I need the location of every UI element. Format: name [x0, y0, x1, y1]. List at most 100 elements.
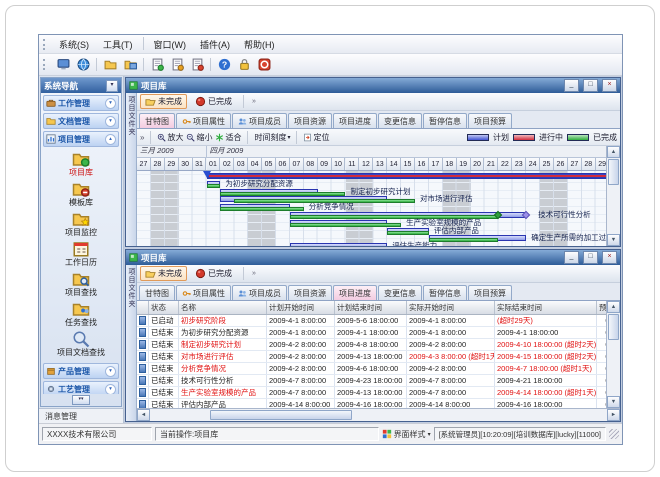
tab-项目成员[interactable]: 项目成员 [232, 113, 287, 128]
globe-button[interactable] [73, 56, 93, 73]
stop-button[interactable] [254, 56, 274, 73]
nav-pane-collapse-button[interactable]: ▾ [106, 80, 118, 92]
sidebar-item-项目查找[interactable]: 项目查找 [43, 269, 119, 298]
menu-item-1[interactable]: 工具(T) [96, 37, 140, 52]
folder-window-button[interactable] [120, 56, 140, 73]
gantt-bar-completed-分析竞争情况[interactable] [220, 207, 303, 211]
finished-filter-button[interactable]: 已完成 [190, 266, 237, 281]
sidebar-item-任务查找[interactable]: 任务查找 [43, 299, 119, 328]
scroll-down-icon[interactable]: ▼ [607, 396, 620, 408]
project-folders-side-tab[interactable]: 项目文件夹 [126, 93, 137, 246]
scroll-down-icon[interactable]: ▼ [607, 234, 620, 246]
table-header-计划开始时间[interactable]: 计划开始时间 [267, 301, 335, 314]
tab-暂停信息[interactable]: 暂停信息 [423, 113, 467, 128]
monitor-button[interactable] [53, 56, 73, 73]
table-row-4[interactable]: 已结束分析竞争情况2009-4-2 8:00:002009-4-6 18:00:… [137, 363, 606, 375]
table-close-button[interactable]: × [602, 251, 617, 264]
filter-more-button[interactable]: » [252, 270, 256, 277]
finished-filter-button[interactable]: 已完成 [190, 94, 237, 109]
menu-item-2[interactable]: 窗口(W) [147, 37, 194, 52]
menu-item-4[interactable]: 帮助(H) [237, 37, 282, 52]
table-header-预警[interactable]: 预警 [597, 301, 606, 314]
table-maximize-button[interactable]: □ [583, 251, 598, 264]
tab-变更信息[interactable]: 变更信息 [378, 285, 422, 300]
tab-项目资源[interactable]: 项目资源 [288, 285, 332, 300]
report-new-button[interactable] [147, 56, 167, 73]
table-horizontal-scrollbar[interactable]: ◄ ► [137, 408, 620, 421]
gantt-chart-canvas[interactable]: 为初步研究分配资源制定初步研究计划对市场进行评估分析竞争情况技术可行性分析生产实… [137, 171, 606, 246]
sidebar-item-项目文档查找[interactable]: 项目文档查找 [43, 329, 119, 358]
resize-grip[interactable] [609, 429, 619, 439]
table-header-实际开始时间[interactable]: 实际开始时间 [407, 301, 495, 314]
table-minimize-button[interactable]: _ [564, 251, 579, 264]
chevron-down-icon[interactable]: ▾ [105, 116, 116, 127]
sidebar-section-header-0[interactable]: 工作管理▾ [43, 95, 119, 111]
table-hscroll-thumb[interactable] [210, 410, 352, 420]
gantt-scroll-thumb[interactable] [608, 159, 619, 185]
tab-暂停信息[interactable]: 暂停信息 [423, 285, 467, 300]
gantt-bar-completed-确定生产所需的加工过程[interactable] [429, 238, 499, 242]
unfinished-filter-button[interactable]: 未完成 [140, 94, 187, 109]
locate-button[interactable]: 定位 [303, 132, 329, 143]
table-header-计划结束时间[interactable]: 计划结束时间 [335, 301, 407, 314]
zoom-in-button[interactable]: 放大 [157, 132, 183, 143]
sidebar-section-header-1[interactable]: 文档管理▾ [43, 113, 119, 129]
table-row-0[interactable]: 已启动初步研究阶段2009-4-1 8:00:002009-5-6 18:00:… [137, 315, 606, 327]
tab-项目预算[interactable]: 项目预算 [468, 113, 512, 128]
table-row-7[interactable]: 已结束评估内部产品2009-4-14 8:00:002009-4-16 18:0… [137, 399, 606, 408]
folder-button[interactable] [100, 56, 120, 73]
table-row-3[interactable]: 已结束对市场进行评估2009-4-2 8:00:002009-4-13 18:0… [137, 351, 606, 363]
tab-变更信息[interactable]: 变更信息 [378, 113, 422, 128]
chevron-down-icon[interactable]: ▾ [105, 98, 116, 109]
sidebar-section-header-4[interactable]: 工艺管理▾ [43, 381, 119, 394]
table-row-1[interactable]: 已结束为初步研究分配资源2009-4-1 8:00:002009-4-1 18:… [137, 327, 606, 339]
timeline-marker-pin[interactable] [203, 171, 211, 178]
scroll-up-icon[interactable]: ▲ [607, 146, 620, 158]
scroll-left-icon[interactable]: ◄ [137, 409, 150, 421]
sidebar-section-header-3[interactable]: 产品管理▾ [43, 363, 119, 379]
table-window-titlebar[interactable]: 项目库 _ □ × [126, 250, 620, 265]
filter-more-button[interactable]: » [252, 98, 256, 105]
chevron-down-icon[interactable]: ▾ [105, 366, 116, 377]
table-scroll-thumb[interactable] [608, 314, 619, 340]
table-header-名称[interactable]: 名称 [179, 301, 267, 314]
chevron-up-icon[interactable]: ▴ [105, 134, 116, 145]
gantt-bar-completed-制定初步研究计划[interactable] [220, 192, 345, 196]
gantt-toolbar-overflow[interactable]: » [140, 133, 144, 142]
table-header-row[interactable]: 状态名称计划开始时间计划结束时间实际开始时间实际结束时间预警成 [137, 301, 606, 315]
tab-项目资源[interactable]: 项目资源 [288, 113, 332, 128]
menu-item-0[interactable]: 系统(S) [52, 37, 96, 52]
nav-more-sections-button[interactable]: ▾▾ [72, 395, 90, 405]
chevron-down-icon[interactable]: ▾ [105, 384, 116, 395]
tab-项目属性[interactable]: 项目属性 [176, 113, 231, 128]
report-delete-button[interactable] [187, 56, 207, 73]
fit-button[interactable]: 适合 [215, 132, 241, 143]
time-scale-dropdown[interactable]: 时间刻度▾ [254, 132, 290, 143]
table-row-2[interactable]: 已结束制定初步研究计划2009-4-2 8:00:002009-4-8 18:0… [137, 339, 606, 351]
table-vertical-scrollbar[interactable]: ▲ ▼ [606, 301, 620, 408]
report-edit-button[interactable] [167, 56, 187, 73]
gantt-bar-completed-为初步研究分配资源[interactable] [207, 184, 221, 188]
scroll-up-icon[interactable]: ▲ [607, 301, 620, 313]
tab-项目成员[interactable]: 项目成员 [232, 285, 287, 300]
sidebar-item-模板库[interactable]: 模板库 [43, 179, 119, 208]
tab-项目属性[interactable]: 项目属性 [176, 285, 231, 300]
menu-item-3[interactable]: 插件(A) [193, 37, 237, 52]
sidebar-section-header-2[interactable]: 项目管理▴ [43, 131, 119, 147]
help-button[interactable]: ? [214, 56, 234, 73]
table-row-6[interactable]: 已结束生产实验室规模的产品2009-4-7 8:00:002009-4-13 1… [137, 387, 606, 399]
tab-甘特图[interactable]: 甘特图 [139, 285, 175, 300]
sidebar-tab-message-management[interactable]: 消息管理 [39, 408, 123, 423]
table-row-5[interactable]: 已结束技术可行性分析2009-4-7 8:00:002009-4-23 18:0… [137, 375, 606, 387]
gantt-maximize-button[interactable]: □ [583, 79, 598, 92]
gantt-window-titlebar[interactable]: 项目库 _ □ × [126, 78, 620, 93]
tab-项目进度[interactable]: 项目进度 [333, 285, 377, 300]
project-folders-side-tab[interactable]: 项目文件夹 [126, 265, 137, 421]
gantt-minimize-button[interactable]: _ [564, 79, 579, 92]
table-header-状态[interactable]: 状态 [149, 301, 179, 314]
zoom-out-button[interactable]: 缩小 [186, 132, 212, 143]
gantt-bar-completed-评估内部产品[interactable] [387, 231, 429, 235]
gantt-close-button[interactable]: × [602, 79, 617, 92]
interface-style-dropdown[interactable]: 界面样式 ▾ [382, 429, 431, 440]
sidebar-item-项目库[interactable]: 项目库 [43, 149, 119, 178]
